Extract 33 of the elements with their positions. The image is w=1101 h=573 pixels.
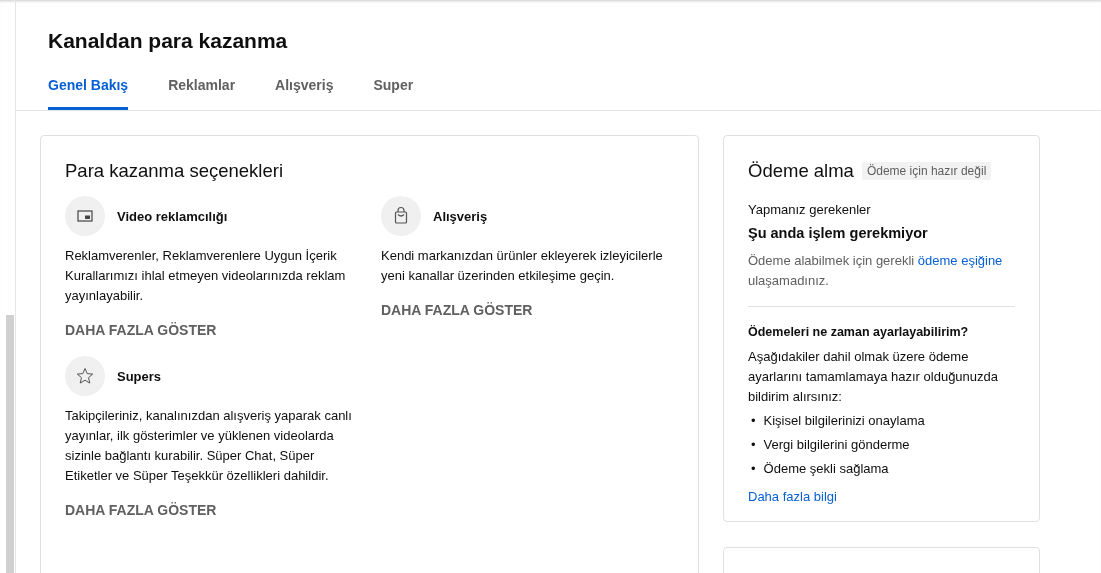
todo-label: Yapmanız gerekenler xyxy=(748,202,872,217)
card-title: Ödeme alma xyxy=(748,160,854,182)
video-ad-icon xyxy=(65,196,105,236)
threshold-link[interactable]: ödeme eşiğine xyxy=(917,253,1003,268)
show-more-button[interactable]: DAHA FAZLA GÖSTER xyxy=(65,322,217,338)
step-item: Vergi bilgilerini gönderme xyxy=(763,436,910,454)
bullet-mark: • xyxy=(751,436,756,454)
option-description: Kendi markanızdan ürünler ekleyerek izleyicilerle yeni kanallar üzerinden etkileşime geçin. xyxy=(381,247,664,285)
tab[interactable]: Super xyxy=(373,77,414,110)
option-title: Alışveriş xyxy=(433,208,488,224)
page-title: Kanaldan para kazanma xyxy=(47,28,289,53)
show-more-button[interactable]: DAHA FAZLA GÖSTER xyxy=(381,302,533,318)
tab[interactable]: Genel Bakış xyxy=(48,77,129,110)
threshold-note: Ödeme alabilmek için gerekli ödeme eşiğine ulaşamadınız. xyxy=(748,252,1004,290)
step-item: Ödeme şekli sağlama xyxy=(763,460,889,478)
shopping-bag-icon xyxy=(381,196,421,236)
status-badge: Ödeme için hazır değil xyxy=(861,162,992,180)
option-title: Supers xyxy=(117,368,162,384)
show-more-button[interactable]: DAHA FAZLA GÖSTER xyxy=(65,502,217,518)
tab[interactable]: Reklamlar xyxy=(168,77,236,110)
bullet-mark: • xyxy=(751,460,756,478)
card-title: Para kazanma seçenekleri xyxy=(65,160,284,182)
tab[interactable]: Alışveriş xyxy=(275,77,334,110)
bullet-mark: • xyxy=(751,412,756,430)
answer-text: Aşağıdakiler dahil olmak üzere ödeme ayarlarını tamamlamaya hazır olduğunuzda bildirim alırsınız: xyxy=(748,348,1000,406)
todo-value: Şu anda işlem gerekmiyor xyxy=(748,225,929,241)
step-item: Kişisel bilgilerinizi onaylama xyxy=(763,412,925,430)
option-description: Reklamverenler, Reklamverenlere Uygun İçerik Kurallarımızı ihlal etmeyen videolarınızda reklam yayınlayabilir. xyxy=(65,247,347,305)
option-title: Video reklamcılığı xyxy=(117,208,228,224)
learn-more-link[interactable]: Daha fazla bilgi xyxy=(748,489,837,504)
option-description: Takipçileriniz, kanalınızdan alışveriş yaparak canlı yayınlar, ilk gösterimler ve yüklenen videolarda sizinle bağlantı kurabilir. Süper Chat, Süper Etiketler ve Süper Teşekkür özellikleri dahildir. xyxy=(65,407,353,485)
question-heading: Ödemeleri ne zaman ayarlayabilirim? xyxy=(748,325,970,339)
scrollbar-thumb[interactable] xyxy=(6,315,14,573)
